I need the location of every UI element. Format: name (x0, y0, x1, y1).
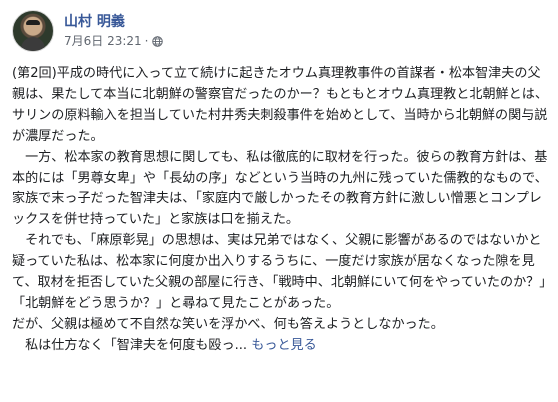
post-last-line: 私は仕方なく「智津夫を何度も殴っ... もっと見る (12, 336, 552, 357)
author-name[interactable]: 山村 明義 (64, 13, 163, 31)
post-meta: 山村 明義 7月6日 23:21 · (64, 13, 163, 49)
avatar[interactable] (12, 10, 54, 52)
post-timestamp[interactable]: 7月6日 23:21 (64, 33, 142, 49)
post-paragraph: それでも、「麻原彰晃」の思想は、実は兄弟ではなく、父親に影響があるのではないかと… (12, 233, 546, 311)
separator-dot: · (144, 34, 149, 48)
post-paragraph: 一方、松本家の教育思想に関しても、私は徹底的に取材を行った。彼らの教育方針は、基… (12, 149, 548, 228)
post-paragraph: (第2回)平成の時代に入って立て続けに起きたオウム真理教事件の首謀者・松本智津夫… (12, 66, 548, 144)
ellipsis: ... (234, 337, 248, 353)
globe-icon[interactable] (151, 35, 163, 47)
post-paragraph: 私は仕方なく「智津夫を何度も殴っ (12, 337, 235, 353)
post-subline: 7月6日 23:21 · (64, 33, 163, 49)
see-more-link[interactable]: もっと見る (251, 338, 316, 353)
post-header: 山村 明義 7月6日 23:21 · (12, 9, 163, 53)
post-paragraph: だが、父親は極めて不自然な笑いを浮かべ、何も答えようとしなかった。 (12, 316, 444, 332)
post-body: (第2回)平成の時代に入って立て続けに起きたオウム真理教事件の首謀者・松本智津夫… (12, 64, 552, 357)
